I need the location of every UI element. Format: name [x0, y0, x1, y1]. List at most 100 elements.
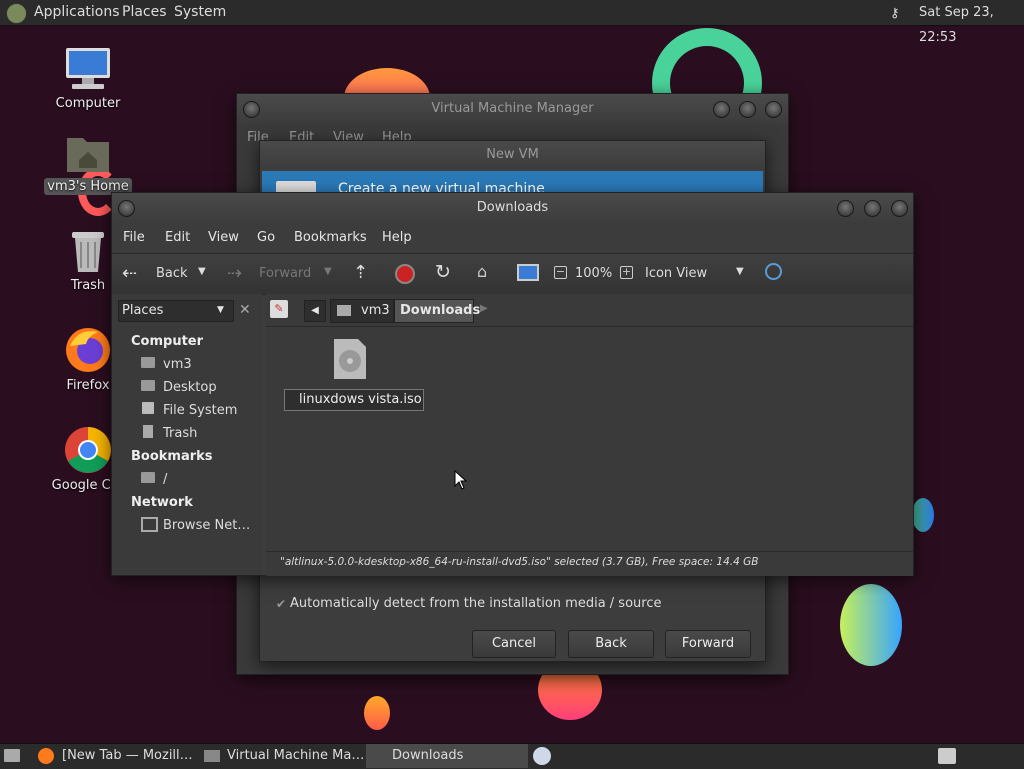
back-button[interactable]: Back: [568, 630, 654, 658]
globe-icon[interactable]: [533, 747, 551, 765]
file-item[interactable]: linuxdows vista.iso: [284, 337, 424, 417]
decor-blob: [364, 696, 390, 730]
keyring-icon[interactable]: ⚷: [890, 6, 900, 21]
system-menu[interactable]: System: [170, 0, 230, 25]
path-scroll-right[interactable]: ▶: [480, 303, 488, 314]
places-selector[interactable]: Places ▼: [118, 300, 234, 322]
sidebar-item-root[interactable]: /: [163, 472, 167, 487]
cancel-button[interactable]: Cancel: [472, 630, 556, 658]
menu-logo-icon[interactable]: [6, 3, 27, 24]
pathbar: ✎ ◀ vm3 Downloads ▶: [266, 294, 913, 326]
window-title: New VM: [486, 147, 539, 162]
home-folder-icon: [141, 357, 155, 368]
back-arrow-icon[interactable]: ⇠: [122, 263, 137, 284]
edit-location-icon[interactable]: ✎: [270, 300, 288, 318]
applications-menu[interactable]: Applications: [30, 0, 124, 25]
firefox-icon: [66, 328, 110, 372]
file-name: linuxdows vista.iso: [299, 392, 422, 407]
places-menu[interactable]: Places: [118, 0, 171, 25]
desktop-folder-icon: [141, 380, 155, 391]
minimize-button[interactable]: [837, 200, 854, 217]
back-history-dropdown[interactable]: ▼: [198, 266, 206, 277]
status-text: "altlinux-5.0.0-kdesktop-x86_64-ru-insta…: [280, 556, 759, 568]
home-icon[interactable]: ⌂: [477, 262, 487, 281]
forward-arrow-icon[interactable]: ⇢: [227, 263, 242, 284]
forward-button[interactable]: Forward: [259, 266, 311, 281]
zoom-in-icon[interactable]: +: [620, 266, 633, 279]
status-bar: "altlinux-5.0.0-kdesktop-x86_64-ru-insta…: [266, 551, 913, 576]
menu-bookmarks[interactable]: Bookmarks: [294, 230, 367, 245]
chrome-icon: [65, 427, 111, 473]
menu-view[interactable]: View: [208, 230, 239, 245]
task-downloads[interactable]: Downloads: [366, 744, 528, 768]
sidebar-item-browse-network[interactable]: Browse Net…: [163, 518, 250, 533]
newvm-titlebar[interactable]: New VM: [260, 141, 765, 169]
zoom-level[interactable]: 100%: [575, 266, 612, 281]
sidebar: Places ▼ ✕ Computer vm3 Desktop File Sys…: [112, 294, 262, 575]
forward-button[interactable]: Forward: [665, 630, 751, 658]
menu-file[interactable]: File: [123, 230, 145, 245]
clock[interactable]: Sat Sep 23, 22:53: [915, 0, 1024, 45]
folder-icon: [141, 472, 155, 483]
drive-icon: [142, 402, 154, 414]
autodetect-checkbox[interactable]: ✔: [276, 597, 286, 611]
task-firefox[interactable]: [New Tab — Mozill…: [36, 744, 222, 768]
vmm-titlebar[interactable]: Virtual Machine Manager: [237, 94, 788, 124]
desktop-icon-home[interactable]: vm3's Home: [43, 130, 133, 195]
up-arrow-icon[interactable]: ⇡: [353, 262, 368, 283]
path-segment-label: vm3: [361, 303, 390, 318]
trash-icon: [143, 425, 153, 438]
sidebar-heading-bookmarks: Bookmarks: [131, 449, 213, 464]
search-icon[interactable]: [765, 263, 782, 280]
sidebar-heading-network: Network: [131, 495, 193, 510]
desktop-icon-label: Computer: [55, 96, 121, 111]
window-menu-button[interactable]: [118, 200, 135, 217]
reload-icon[interactable]: ↻: [435, 261, 451, 283]
file-view[interactable]: linuxdows vista.iso: [266, 326, 913, 552]
sidebar-item-file-system[interactable]: File System: [163, 403, 237, 418]
home-folder-icon: [67, 138, 109, 172]
chevron-down-icon[interactable]: ▼: [736, 266, 744, 277]
file-rename-field[interactable]: linuxdows vista.iso: [284, 389, 424, 411]
window-title: Downloads: [476, 200, 549, 215]
disc-image-icon: [334, 339, 366, 379]
close-button[interactable]: [765, 101, 782, 118]
back-button[interactable]: Back: [156, 266, 188, 281]
sidebar-item-desktop[interactable]: Desktop: [163, 380, 217, 395]
menu-go[interactable]: Go: [257, 230, 275, 245]
workspace-switcher-icon[interactable]: [938, 748, 956, 764]
decor-blob: [912, 498, 934, 532]
computer-icon[interactable]: [517, 264, 539, 281]
show-desktop-icon[interactable]: [4, 749, 20, 762]
path-segment-label: Downloads: [400, 303, 481, 318]
window-menu-button[interactable]: [243, 101, 260, 118]
minimize-button[interactable]: [713, 101, 730, 118]
forward-history-dropdown[interactable]: ▼: [324, 266, 332, 277]
close-button[interactable]: [891, 200, 908, 217]
stop-icon[interactable]: [395, 264, 415, 284]
path-scroll-left[interactable]: ◀: [304, 300, 326, 322]
desktop-icon-computer[interactable]: Computer: [43, 46, 133, 111]
network-icon: [141, 517, 158, 532]
path-segment-vm3[interactable]: vm3: [330, 299, 394, 323]
decor-blob: [840, 584, 902, 666]
home-folder-icon: [337, 305, 351, 316]
autodetect-label[interactable]: Automatically detect from the installati…: [290, 596, 661, 611]
chevron-down-icon: ▼: [217, 305, 224, 315]
top-panel: Applications Places System ⚷ Sat Sep 23,…: [0, 0, 1024, 45]
menu-edit[interactable]: Edit: [165, 230, 190, 245]
maximize-button[interactable]: [864, 200, 881, 217]
sidebar-item-trash[interactable]: Trash: [163, 426, 197, 441]
view-mode-select[interactable]: Icon View: [645, 266, 707, 281]
maximize-button[interactable]: [739, 101, 756, 118]
downloads-titlebar[interactable]: Downloads: [112, 193, 913, 223]
sidebar-heading-computer: Computer: [131, 334, 204, 349]
menu-help[interactable]: Help: [382, 230, 412, 245]
path-segment-downloads[interactable]: Downloads: [394, 299, 480, 323]
downloads-window: Downloads File Edit View Go Bookmarks He…: [111, 192, 914, 576]
close-sidebar-icon[interactable]: ✕: [239, 302, 251, 318]
places-selector-label: Places: [122, 303, 164, 318]
task-vmm[interactable]: Virtual Machine Ma…: [201, 744, 387, 768]
zoom-out-icon[interactable]: −: [554, 266, 567, 279]
sidebar-item-vm3[interactable]: vm3: [163, 357, 192, 372]
